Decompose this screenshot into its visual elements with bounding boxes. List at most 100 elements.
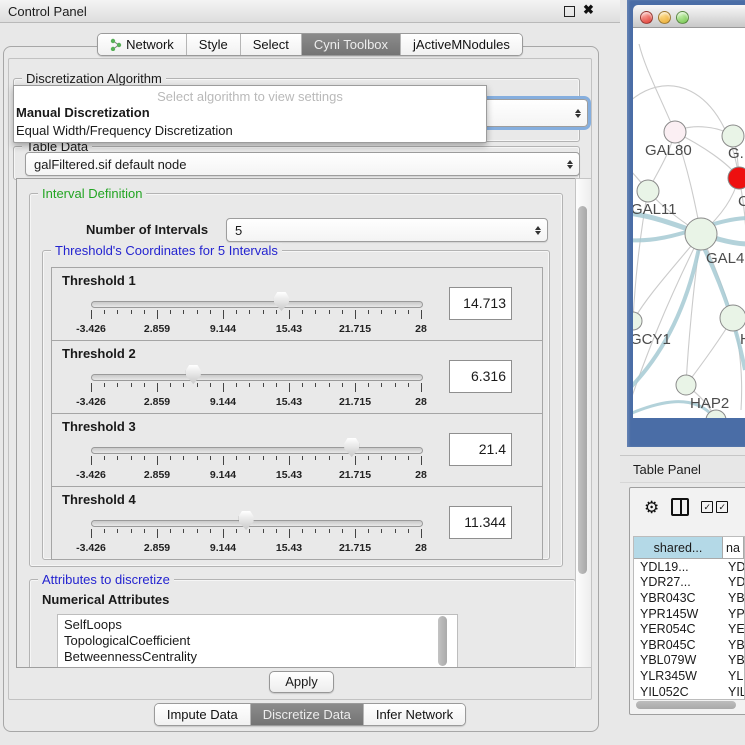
- minor-tick: [197, 456, 198, 460]
- network-node-gal80[interactable]: [664, 121, 686, 143]
- network-node-gcy1[interactable]: [633, 312, 642, 330]
- tab-select[interactable]: Select: [241, 34, 302, 55]
- close-icon[interactable]: ✖: [583, 2, 594, 18]
- table-row[interactable]: YBR043CYBR0: [634, 590, 744, 606]
- attribute-item[interactable]: TopologicalCoefficient: [64, 633, 457, 649]
- tick-label: -3.426: [76, 323, 106, 335]
- minor-tick: [170, 310, 171, 314]
- slider-thumb[interactable]: [274, 292, 289, 311]
- table-row[interactable]: YER054CYER0: [634, 621, 744, 637]
- float-window-icon[interactable]: [564, 6, 575, 17]
- minor-tick: [408, 456, 409, 460]
- tick-label: -3.426: [76, 396, 106, 408]
- tab-label: Style: [199, 37, 228, 52]
- algorithm-option-equal-width[interactable]: Equal Width/Frequency Discretization: [16, 123, 233, 138]
- minor-tick: [117, 310, 118, 314]
- gear-icon[interactable]: ⚙: [644, 499, 659, 516]
- split-columns-icon[interactable]: [671, 498, 689, 516]
- minor-tick: [131, 383, 132, 387]
- tick-label: 21.715: [339, 469, 371, 481]
- network-node-hap2[interactable]: [676, 375, 696, 395]
- attributes-scrollbar[interactable]: [438, 616, 447, 666]
- tab-jactivemnodules[interactable]: jActiveMNodules: [401, 34, 522, 55]
- network-node-g[interactable]: [722, 125, 744, 147]
- table-row[interactable]: YLR345WYLR3: [634, 668, 744, 684]
- checkbox-checked-icon[interactable]: ✓: [716, 501, 728, 513]
- bottom-tab-discretize-data[interactable]: Discretize Data: [251, 704, 364, 725]
- major-tick: [157, 456, 158, 465]
- slider-thumb[interactable]: [344, 438, 359, 457]
- major-tick: [421, 456, 422, 465]
- minor-tick: [342, 310, 343, 314]
- bottom-tab-impute-data[interactable]: Impute Data: [155, 704, 251, 725]
- table-cell: YPR1: [722, 607, 744, 621]
- network-node-label: C: [738, 193, 745, 210]
- number-of-intervals-combo[interactable]: 5: [226, 218, 548, 242]
- table-data-combo[interactable]: galFiltered.sif default node: [25, 152, 580, 176]
- slider-track[interactable]: [91, 301, 423, 308]
- minor-tick: [210, 383, 211, 387]
- network-node-c[interactable]: [728, 167, 745, 189]
- table-row[interactable]: YDR27...YDR2: [634, 575, 744, 591]
- threshold-value-field[interactable]: 14.713: [449, 287, 512, 320]
- table-row[interactable]: YDL19...YDL1: [634, 559, 744, 575]
- threshold-2-box: Threshold 2-3.4262.8599.14415.4321.71528…: [51, 340, 543, 414]
- table-header-row: shared...na: [634, 537, 744, 559]
- settings-vertical-scrollbar[interactable]: [575, 178, 592, 668]
- attributes-group-label: Attributes to discretize: [38, 572, 174, 587]
- column-header-name[interactable]: na: [723, 537, 744, 558]
- tab-style[interactable]: Style: [187, 34, 241, 55]
- minor-tick: [170, 383, 171, 387]
- network-node-h[interactable]: [720, 305, 745, 331]
- threshold-value-field[interactable]: 21.4: [449, 433, 512, 466]
- slider-track[interactable]: [91, 447, 423, 454]
- network-canvas[interactable]: GAL80G.CGAL11GAL4GCY1HHAP2: [633, 28, 745, 418]
- table-row[interactable]: YPR145WYPR1: [634, 606, 744, 622]
- threshold-value-field[interactable]: 6.316: [449, 360, 512, 393]
- minor-tick: [197, 310, 198, 314]
- table-cell: YBR0: [722, 638, 744, 652]
- minor-tick: [249, 456, 250, 460]
- apply-button[interactable]: Apply: [269, 671, 334, 693]
- table-cell: YDL1: [722, 560, 744, 574]
- tick-label: 2.859: [144, 469, 170, 481]
- minor-tick: [342, 529, 343, 533]
- column-header-shared-name[interactable]: shared...: [634, 537, 723, 558]
- network-node-gal11[interactable]: [637, 180, 659, 202]
- attribute-item[interactable]: SelfLoops: [64, 617, 457, 633]
- table-row[interactable]: YBL079WYBL0: [634, 653, 744, 669]
- zoom-traffic-icon[interactable]: [676, 11, 689, 24]
- attribute-item[interactable]: BetweennessCentrality: [64, 649, 457, 665]
- table-row[interactable]: YBR045CYBR0: [634, 637, 744, 653]
- checkbox-checked-icon[interactable]: ✓: [701, 501, 713, 513]
- tab-label: Cyni Toolbox: [314, 37, 388, 52]
- minor-tick: [249, 529, 250, 533]
- settings-scrollpane: Interval Definition Number of Intervals …: [16, 178, 578, 668]
- tick-label: 15.43: [276, 396, 302, 408]
- table-row[interactable]: YIL052CYIL0: [634, 684, 744, 700]
- close-traffic-icon[interactable]: [640, 11, 653, 24]
- slider-thumb[interactable]: [186, 365, 201, 384]
- numerical-attributes-list[interactable]: SelfLoopsTopologicalCoefficientBetweenne…: [57, 614, 458, 668]
- bottom-tab-infer-network[interactable]: Infer Network: [364, 704, 465, 725]
- algorithm-option-manual[interactable]: Manual Discretization: [16, 105, 150, 120]
- slider-track[interactable]: [91, 374, 423, 381]
- tick-label: 9.144: [210, 469, 236, 481]
- tab-network[interactable]: Network: [98, 34, 187, 55]
- table-cell: YDR27...: [634, 575, 722, 589]
- settings-scrollbar-thumb[interactable]: [578, 206, 587, 574]
- minor-tick: [104, 456, 105, 460]
- slider-thumb[interactable]: [239, 511, 254, 530]
- network-node-label: H: [740, 331, 745, 348]
- algorithm-dropdown-popup: Select algorithm to view settings Manual…: [13, 85, 487, 143]
- tab-cyni-toolbox[interactable]: Cyni Toolbox: [302, 34, 401, 55]
- table-horizontal-scrollbar[interactable]: [636, 701, 736, 709]
- tick-label: 28: [415, 323, 427, 335]
- slider-track[interactable]: [91, 520, 423, 527]
- minor-tick: [381, 456, 382, 460]
- minor-tick: [104, 310, 105, 314]
- minimize-traffic-icon[interactable]: [658, 11, 671, 24]
- node-table[interactable]: shared...naYDL19...YDL1YDR27...YDR2YBR04…: [633, 536, 745, 700]
- network-node-gal4[interactable]: [685, 218, 717, 250]
- threshold-value-field[interactable]: 11.344: [449, 506, 512, 539]
